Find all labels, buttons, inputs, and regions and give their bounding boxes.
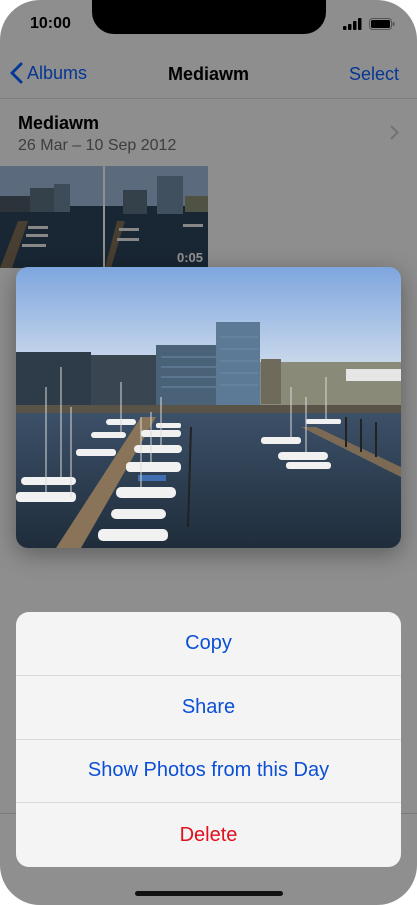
context-menu: Copy Share Show Photos from this Day Del… [16,612,401,867]
harbor-photo [16,267,401,548]
show-photos-from-this-day-button[interactable]: Show Photos from this Day [16,740,401,804]
copy-button[interactable]: Copy [16,612,401,676]
phone-screen: 10:00 Albums Mediawm Select Mediawm 26 M… [0,0,417,905]
share-button[interactable]: Share [16,676,401,740]
photo-preview[interactable] [16,267,401,548]
delete-button[interactable]: Delete [16,803,401,867]
home-indicator[interactable] [135,891,283,896]
